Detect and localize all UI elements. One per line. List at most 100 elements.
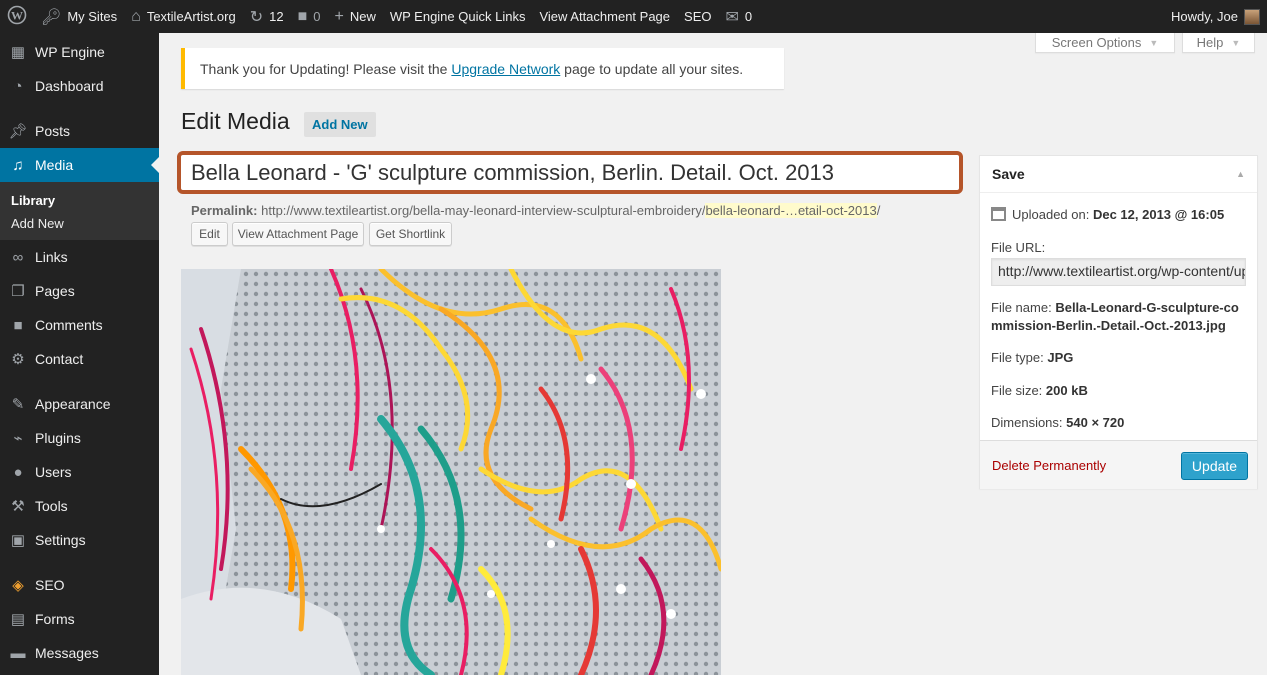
sidebar-item-plugins[interactable]: ⌁ Plugins bbox=[0, 421, 159, 455]
sidebar-item-comments[interactable]: ■ Comments bbox=[0, 308, 159, 342]
howdy-label: Howdy, Joe bbox=[1171, 9, 1238, 24]
sidebar-item-appearance[interactable]: ✎ Appearance bbox=[0, 387, 159, 421]
screen-options-label: Screen Options bbox=[1051, 35, 1142, 50]
sidebar-item-label: Tools bbox=[35, 498, 68, 514]
my-sites-menu[interactable]: 🔑︎ My Sites bbox=[34, 0, 124, 33]
avatar bbox=[1244, 8, 1260, 25]
sidebar-item-label: SEO bbox=[35, 577, 65, 593]
notice-text: Thank you for Updating! Please visit the bbox=[200, 61, 452, 77]
settings-icon: ▣ bbox=[10, 532, 26, 549]
page-title: Edit Media bbox=[181, 108, 290, 134]
permalink-slug[interactable]: bella-leonard-…etail-oct-2013 bbox=[705, 203, 877, 218]
site-name-label: TextileArtist.org bbox=[146, 9, 236, 24]
caret-down-icon: ▼ bbox=[1149, 37, 1159, 48]
user-icon: ● bbox=[13, 463, 23, 481]
add-new-button[interactable]: Add New bbox=[304, 112, 376, 137]
uploaded-on-row: Uploaded on: Dec 12, 2013 @ 16:05 bbox=[991, 206, 1224, 224]
sidebar-item-wp-engine[interactable]: ▦ WP Engine bbox=[0, 35, 159, 69]
sidebar-item-label: Posts bbox=[35, 123, 71, 139]
edit-permalink-button[interactable]: Edit bbox=[191, 222, 228, 246]
sidebar-item-pages[interactable]: ❐ Pages bbox=[0, 274, 159, 308]
screen-options-tab[interactable]: Screen Options ▼ bbox=[1035, 33, 1175, 53]
admin-sidebar: ▦ WP Engine ◔ Dashboard 📌︎ Posts ♫ Media… bbox=[0, 33, 159, 675]
media-submenu: Library Add New bbox=[0, 182, 159, 240]
comments-menu[interactable]: ■ 0 bbox=[291, 0, 328, 33]
submenu-add-new[interactable]: Add New bbox=[0, 212, 159, 235]
save-metabox-header[interactable]: Save ▲ bbox=[980, 156, 1257, 193]
svg-text:W: W bbox=[11, 9, 23, 23]
delete-permanently-link[interactable]: Delete Permanently bbox=[992, 458, 1106, 473]
sidebar-item-label: Dashboard bbox=[35, 78, 104, 94]
save-metabox-title: Save bbox=[992, 166, 1025, 182]
help-tab[interactable]: Help ▼ bbox=[1182, 33, 1255, 53]
new-content-menu[interactable]: + New bbox=[327, 0, 382, 33]
my-account-menu[interactable]: Howdy, Joe bbox=[1164, 0, 1267, 33]
permalink-trail: / bbox=[876, 203, 881, 218]
dimensions-row: Dimensions: 540 × 720 bbox=[991, 414, 1124, 432]
media-icon: ♫ bbox=[12, 156, 24, 174]
site-name-menu[interactable]: ⌂ TextileArtist.org bbox=[124, 0, 243, 33]
seo-menu[interactable]: SEO bbox=[677, 0, 718, 33]
sidebar-item-links[interactable]: ∞ Links bbox=[0, 240, 159, 274]
attachment-image bbox=[181, 269, 721, 675]
sidebar-item-tools[interactable]: ⚒ Tools bbox=[0, 489, 159, 523]
upgrade-network-link[interactable]: Upgrade Network bbox=[451, 61, 560, 77]
sidebar-item-label: Plugins bbox=[35, 430, 81, 446]
view-attachment-page-button[interactable]: View Attachment Page bbox=[232, 222, 364, 246]
save-metabox: Save ▲ Uploaded on: Dec 12, 2013 @ 16:05… bbox=[979, 155, 1258, 489]
quick-links-label: WP Engine Quick Links bbox=[389, 9, 526, 24]
new-label: New bbox=[349, 9, 376, 24]
comments-count: 0 bbox=[313, 9, 321, 24]
wordpress-logo-menu[interactable]: W bbox=[0, 0, 34, 33]
admin-bar: W 🔑︎ My Sites ⌂ TextileArtist.org ↻ 12 ■… bbox=[0, 0, 1267, 33]
wp-engine-quick-links-menu[interactable]: WP Engine Quick Links bbox=[383, 0, 533, 33]
sidebar-item-posts[interactable]: 📌︎ Posts bbox=[0, 114, 159, 148]
sidebar-item-forms[interactable]: ▤ Forms bbox=[0, 602, 159, 636]
permalink: Permalink: http://www.textileartist.org/… bbox=[191, 203, 880, 218]
file-type-label: File type: bbox=[991, 350, 1044, 365]
comment-bubble-icon: ■ bbox=[297, 7, 308, 25]
sidebar-item-media[interactable]: ♫ Media bbox=[0, 148, 159, 182]
sidebar-item-label: Forms bbox=[35, 611, 75, 627]
file-url-field[interactable]: http://www.textileartist.org/wp-content/… bbox=[991, 258, 1246, 286]
submenu-library[interactable]: Library bbox=[0, 189, 159, 212]
caret-down-icon: ▼ bbox=[1231, 37, 1241, 48]
sidebar-item-dashboard[interactable]: ◔ Dashboard bbox=[0, 69, 159, 103]
dashboard-icon: ◔ bbox=[13, 77, 23, 95]
sidebar-item-users[interactable]: ● Users bbox=[0, 455, 159, 489]
file-url-label: File URL: bbox=[991, 240, 1046, 255]
file-size-value: 200 kB bbox=[1045, 383, 1088, 398]
sidebar-item-label: Pages bbox=[35, 283, 75, 299]
sidebar-item-messages[interactable]: ▬ Messages bbox=[0, 636, 159, 670]
title-input[interactable]: Bella Leonard - 'G' sculpture commission… bbox=[177, 151, 963, 194]
seo-label: SEO bbox=[684, 9, 712, 24]
sidebar-item-label: Comments bbox=[35, 317, 103, 333]
sidebar-item-label: Links bbox=[35, 249, 68, 265]
permalink-base: http://www.textileartist.org/bella-may-l… bbox=[261, 203, 706, 218]
sidebar-item-label: Media bbox=[35, 157, 74, 173]
sidebar-item-label: Messages bbox=[35, 645, 99, 661]
sidebar-item-contact[interactable]: ⚙ Contact bbox=[0, 342, 159, 376]
pages-icon: ❐ bbox=[11, 283, 25, 300]
sidebar-item-seo[interactable]: ◈ SEO bbox=[0, 568, 159, 602]
sidebar-item-label: Settings bbox=[35, 532, 86, 548]
seo-icon: ◈ bbox=[12, 577, 24, 594]
collapse-arrow-icon[interactable]: ▲ bbox=[1236, 169, 1245, 179]
my-sites-label: My Sites bbox=[67, 9, 118, 24]
save-metabox-footer: Delete Permanently Update bbox=[980, 440, 1257, 489]
messages-icon: ▬ bbox=[10, 644, 26, 662]
plus-icon: + bbox=[334, 7, 344, 25]
uploaded-label: Uploaded on: bbox=[1012, 207, 1090, 222]
refresh-icon: ↻ bbox=[249, 8, 264, 26]
notice-text-end: page to update all your sites. bbox=[560, 61, 744, 77]
dimensions-value: 540 × 720 bbox=[1066, 415, 1125, 430]
view-attachment-menu[interactable]: View Attachment Page bbox=[532, 0, 677, 33]
comment-icon: ■ bbox=[13, 316, 23, 334]
sidebar-item-settings[interactable]: ▣ Settings bbox=[0, 523, 159, 557]
messages-menu[interactable]: ✉ 0 bbox=[719, 0, 760, 33]
file-type-value: JPG bbox=[1047, 350, 1074, 365]
get-shortlink-button[interactable]: Get Shortlink bbox=[369, 222, 452, 246]
update-button[interactable]: Update bbox=[1181, 452, 1248, 480]
permalink-label: Permalink: bbox=[191, 203, 258, 218]
updates-menu[interactable]: ↻ 12 bbox=[243, 0, 291, 33]
